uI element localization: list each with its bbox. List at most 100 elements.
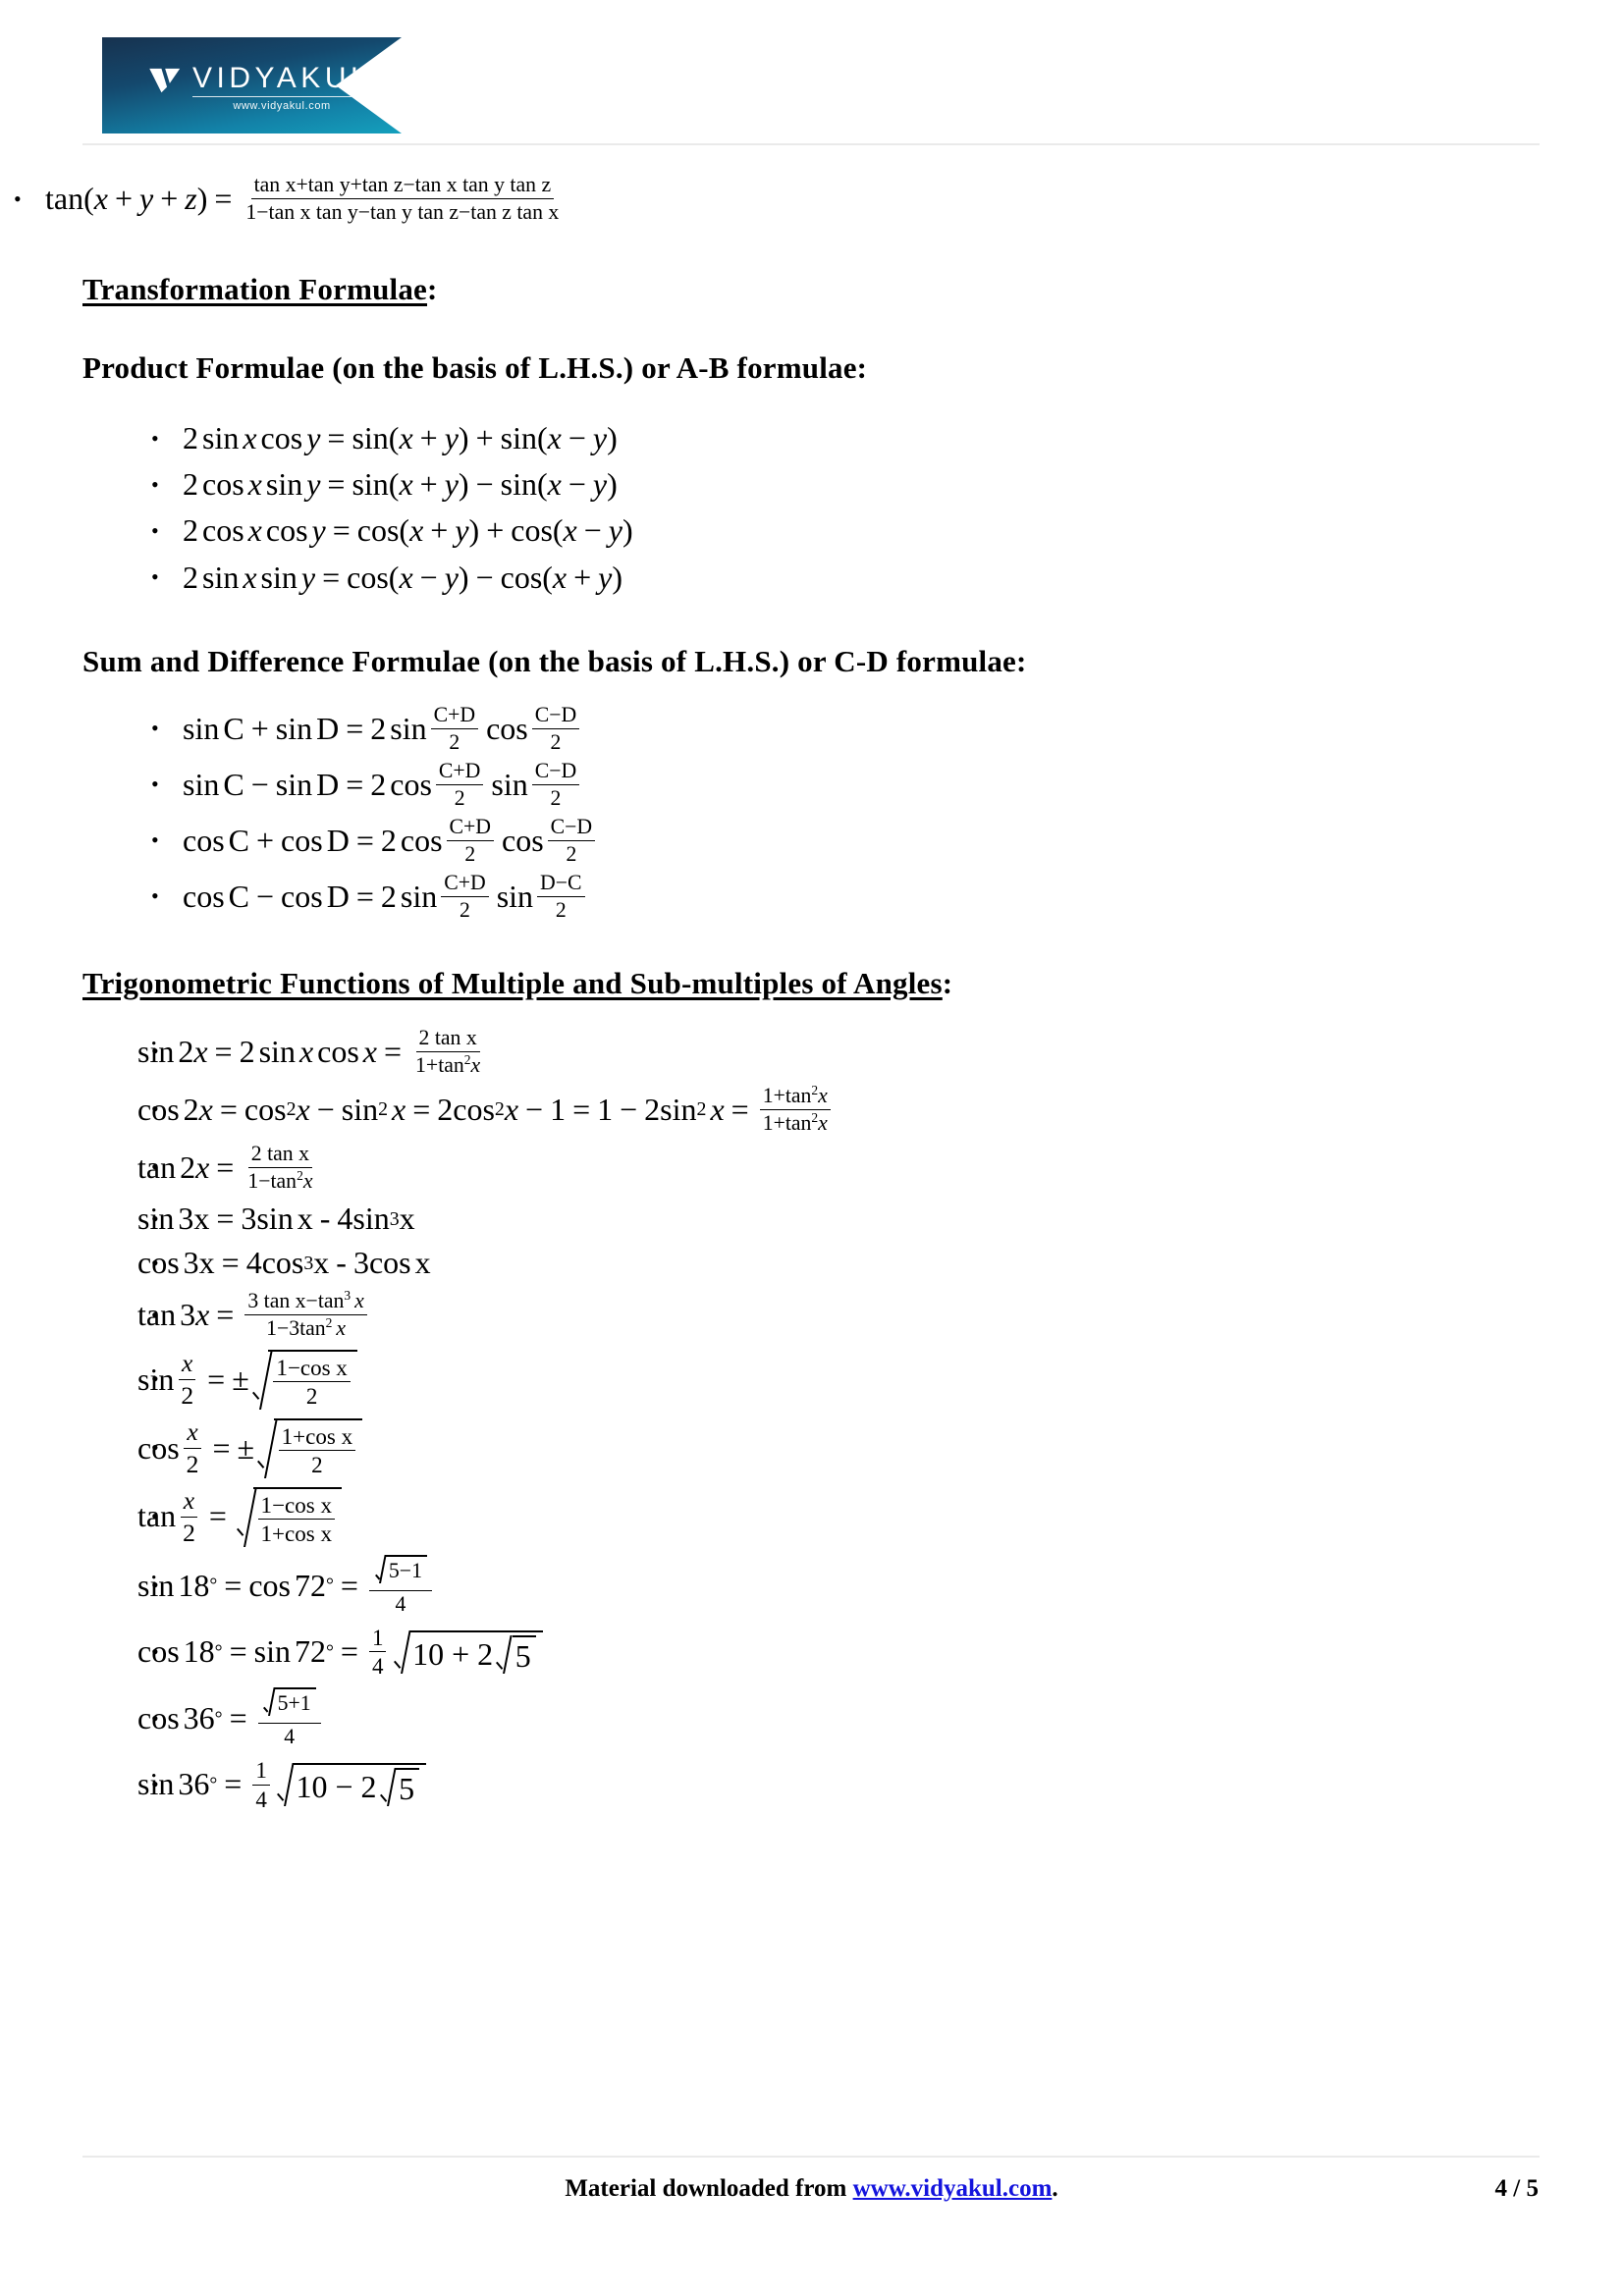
math-expression: cos36° = 5+1 4 (137, 1686, 325, 1749)
equals: = (216, 1201, 235, 1236)
math-expression: cosC − cosD = 2sin C+D 2 sin D−C 2 (183, 871, 589, 923)
plus: + (573, 559, 592, 595)
equals: = (207, 1361, 226, 1397)
formula-cos-half-x: cos x 2 = ± 1+cos x 2 (137, 1414, 1623, 1482)
var-y: y (306, 466, 321, 503)
coef-2: 2 (183, 1091, 199, 1127)
footer-prefix: Material downloaded from (565, 2175, 853, 2202)
var-x: x (302, 1168, 313, 1193)
sin-token: sin (265, 466, 303, 503)
numerator: x (184, 1417, 201, 1449)
var-y: y (139, 180, 154, 216)
cos-token-3: cos (511, 512, 553, 549)
hyphen: - (336, 1245, 347, 1281)
denominator: 2 (449, 729, 460, 754)
denominator: 4 (371, 1653, 384, 1680)
fraction-tan3x: 3 tan x−tan3 x 1−3tan2 x (244, 1289, 367, 1341)
heading-multiple-submultiple-angles: Trigonometric Functions of Multiple and … (82, 966, 1623, 1001)
numerator: 2 tan x (415, 1026, 480, 1052)
plus: + (419, 466, 438, 503)
denominator: 2 (311, 1452, 323, 1478)
var-x: x (243, 420, 257, 456)
var-x: x (195, 1148, 210, 1185)
formula-cosC-plus-cosD: cosC + cosD = 2cos C+D 2 cos C−D 2 (137, 813, 1623, 869)
formula-2cosxcosy: 2cosxcosy = cos(x+y) + cos(x−y) (137, 507, 1623, 554)
denominator: 1+tan2x (760, 1110, 831, 1136)
coef-2: 2 (183, 512, 198, 549)
radical-sign (251, 1350, 269, 1410)
denominator: 4 (255, 1786, 267, 1812)
angle-18: 18 (178, 1567, 210, 1603)
angle-18: 18 (183, 1633, 215, 1670)
var-C: C (223, 710, 244, 746)
cos-token: cos (137, 1633, 180, 1670)
equals: = (224, 1567, 243, 1603)
coef-2: 2 (178, 1033, 194, 1069)
formula-cos18-sin72: cos18° = sin72° = 1 4 10 + 2 5 (137, 1621, 1623, 1683)
formula-tan-half-x: tan x 2 = 1−cos x 1+cos x (137, 1482, 1623, 1551)
radical-sign (374, 1555, 386, 1583)
denominator: 2 (550, 785, 562, 810)
radicand-inner: 5 (512, 1634, 536, 1674)
equals-2: = (384, 1033, 403, 1069)
formula-sinC-plus-sinD: sinC + sinD = 2sin C+D 2 cos C−D 2 (137, 701, 1623, 757)
num-b: −tan (305, 1289, 345, 1313)
tan-token: tan (137, 1148, 177, 1185)
equals: = (212, 1429, 231, 1466)
var-x4: x (504, 1091, 519, 1127)
sin-token-3: sin (500, 420, 537, 456)
var-x2: x (296, 1091, 310, 1127)
radicand-text: 10 + 2 (412, 1635, 494, 1672)
equals: = (355, 878, 374, 914)
numerator: 1−cos x (257, 1492, 336, 1521)
coef-2: 2 (183, 420, 198, 456)
cos-token: cos (137, 1091, 180, 1127)
fraction-one-fourth: 1 4 (252, 1757, 270, 1812)
sin-token: sin (202, 559, 240, 595)
equals-2: = (340, 1633, 358, 1670)
formula-sin-half-x: sin x 2 = ± 1−cos x 2 (137, 1345, 1623, 1414)
square-root: 1−cos x 2 (251, 1349, 357, 1410)
coef-2d: 2 (644, 1091, 661, 1127)
exponent-2: 2 (325, 1315, 333, 1331)
lparen2: ( (536, 466, 548, 503)
var-x3: x (563, 512, 577, 549)
radical-sign-inner (378, 1768, 396, 1806)
math-expression: sin x 2 = ± 1−cos x 2 (137, 1349, 359, 1410)
sin-token: sin (137, 1766, 175, 1802)
rparen2: ) (607, 466, 618, 503)
rparen: ) (196, 180, 208, 216)
sin-token-3: sin (352, 1201, 390, 1236)
radicand: 5+1 (274, 1686, 316, 1716)
plus: + (256, 822, 275, 858)
fraction-CplusD-2: C+D 2 (441, 871, 489, 923)
numerator: 5+1 (257, 1686, 321, 1725)
lparen2: ( (552, 512, 564, 549)
var-D: D (326, 878, 350, 914)
cos-token-4: cos (502, 822, 544, 858)
minus: − (419, 559, 438, 595)
coef-3b: 3 (352, 1245, 369, 1281)
var-x2: x (298, 1033, 314, 1069)
fraction-1minuscosx-over-1pluscosx: 1−cos x 1+cos x (257, 1492, 336, 1547)
var-x2: x (399, 466, 413, 503)
formula-tan3x: tan3x = 3 tan x−tan3x 1−3tan2x (137, 1285, 1623, 1345)
denominator: 2 (460, 897, 470, 922)
equals: = (214, 180, 233, 216)
angle-72: 72 (294, 1633, 326, 1670)
heading-colon: : (942, 965, 953, 1000)
num-a: 3 tan x (247, 1289, 306, 1313)
angle-72: 72 (294, 1567, 326, 1603)
vidyakul-website-link[interactable]: www.vidyakul.com (853, 2175, 1053, 2202)
logo-textblock: VIDYAKUL www.vidyakul.com (192, 63, 372, 112)
math-expression: tan3x = 3 tan x−tan3x 1−3tan2x (137, 1289, 371, 1341)
denominator: 2 (183, 1518, 195, 1547)
var-x: x (243, 559, 257, 595)
plus-minus: ± (232, 1361, 249, 1397)
fraction-CminusD-2: C−D 2 (531, 759, 580, 811)
cos-token-2: cos (356, 512, 400, 549)
minus: − (583, 512, 602, 549)
var-D: D (326, 822, 350, 858)
fraction-sqrt5minus1-over-4: 5−1 4 (368, 1554, 432, 1617)
heading-text: Product Formulae (on the basis of L.H.S.… (82, 350, 868, 386)
